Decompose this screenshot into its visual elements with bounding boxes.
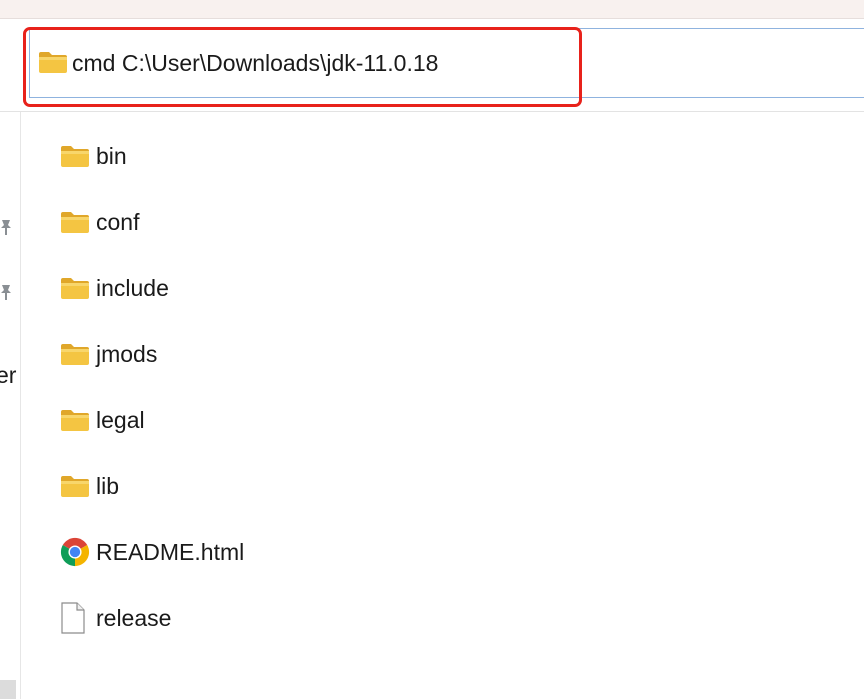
pin-icon[interactable] [0,281,14,306]
file-list: bin conf include jmods legal lib README.… [22,112,864,699]
file-name: conf [96,208,140,235]
list-item-jmods[interactable]: jmods [60,334,157,374]
list-item-release[interactable]: release [60,598,171,638]
list-item-conf[interactable]: conf [60,202,139,242]
folder-icon [60,271,90,305]
file-name: legal [96,406,145,433]
nav-scrollbar[interactable] [0,680,16,699]
file-name: lib [96,472,120,499]
file-name: release [96,604,172,631]
nav-item-label-partial[interactable]: er [0,362,16,389]
folder-icon [38,50,68,79]
navigation-pane[interactable]: er [0,112,21,699]
file-name: README.html [96,538,245,565]
folder-icon [60,139,90,173]
list-item-lib[interactable]: lib [60,466,119,506]
list-item-readme[interactable]: README.html [60,532,244,572]
address-area [0,19,864,111]
folder-icon [60,403,90,437]
folder-icon [60,469,90,503]
window-top-strip [0,0,864,19]
list-item-legal[interactable]: legal [60,400,145,440]
chrome-icon [60,535,90,569]
pin-icon[interactable] [0,216,14,241]
file-name: include [96,274,169,301]
address-bar[interactable] [29,28,864,98]
list-item-include[interactable]: include [60,268,169,308]
file-name: jmods [96,340,158,367]
file-icon [60,601,90,635]
list-item-bin[interactable]: bin [60,136,127,176]
folder-icon [60,337,90,371]
file-name: bin [96,142,127,169]
address-input[interactable] [72,43,772,83]
folder-icon [60,205,90,239]
